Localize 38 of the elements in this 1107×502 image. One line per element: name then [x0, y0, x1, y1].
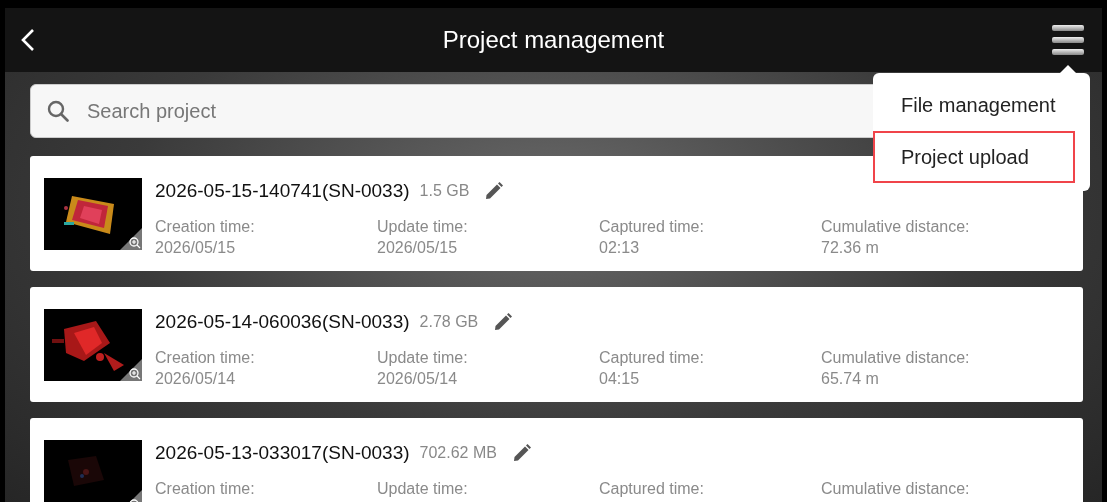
- pencil-icon[interactable]: [512, 444, 531, 462]
- project-size: 1.5 GB: [419, 182, 470, 200]
- field-label: Update time:: [377, 480, 469, 498]
- field-value: 04:15: [599, 370, 641, 388]
- project-card[interactable]: 2026-05-13-033017(SN-0033) 702.62 MB Creation time: Update time: Captured time: Cumulative distance:: [30, 418, 1083, 502]
- field-label: Captured time:: [599, 349, 705, 367]
- screen-title: Project management: [442, 26, 665, 54]
- field-value: 2026/05/15: [155, 239, 237, 257]
- project-name: 2026-05-13-033017(SN-0033): [155, 442, 410, 464]
- project-name: 2026-05-15-140741(SN-0033): [155, 180, 410, 202]
- menu-item[interactable]: Project upload: [873, 131, 1075, 183]
- field-label: Captured time:: [599, 218, 705, 236]
- project-size: 702.62 MB: [419, 444, 497, 462]
- field-label: Creation time:: [155, 349, 256, 367]
- field-label: Cumulative distance:: [821, 480, 971, 498]
- field-value: 65.74 m: [821, 370, 880, 388]
- field-value: 2026/05/14: [377, 370, 459, 388]
- zoom-icon[interactable]: [120, 359, 142, 381]
- project-card[interactable]: 2026-05-14-060036(SN-0033) 2.78 GB Creation time: 2026/05/14 Update time: 2026/05/14 Captured time: 04:15 Cumulative distance: 65.74 m: [30, 287, 1083, 402]
- field-label: Cumulative distance:: [821, 218, 971, 236]
- field-label: Creation time:: [155, 218, 256, 236]
- back-icon[interactable]: [19, 28, 37, 52]
- project-name: 2026-05-14-060036(SN-0033): [155, 311, 410, 333]
- project-size: 2.78 GB: [419, 313, 479, 331]
- zoom-icon[interactable]: [120, 228, 142, 250]
- field-value: 72.36 m: [821, 239, 880, 257]
- pencil-icon[interactable]: [494, 313, 513, 331]
- field-label: Cumulative distance:: [821, 349, 971, 367]
- field-label: Creation time:: [155, 480, 256, 498]
- field-label: Update time:: [377, 349, 469, 367]
- field-value: 2026/05/14: [155, 370, 237, 388]
- field-value: 02:13: [599, 239, 641, 257]
- menu-icon: [1052, 24, 1084, 56]
- field-label: Captured time:: [599, 480, 705, 498]
- field-label: Update time:: [377, 218, 469, 236]
- pencil-icon[interactable]: [485, 182, 504, 200]
- search-icon: [47, 100, 69, 122]
- field-value: 2026/05/15: [377, 239, 459, 257]
